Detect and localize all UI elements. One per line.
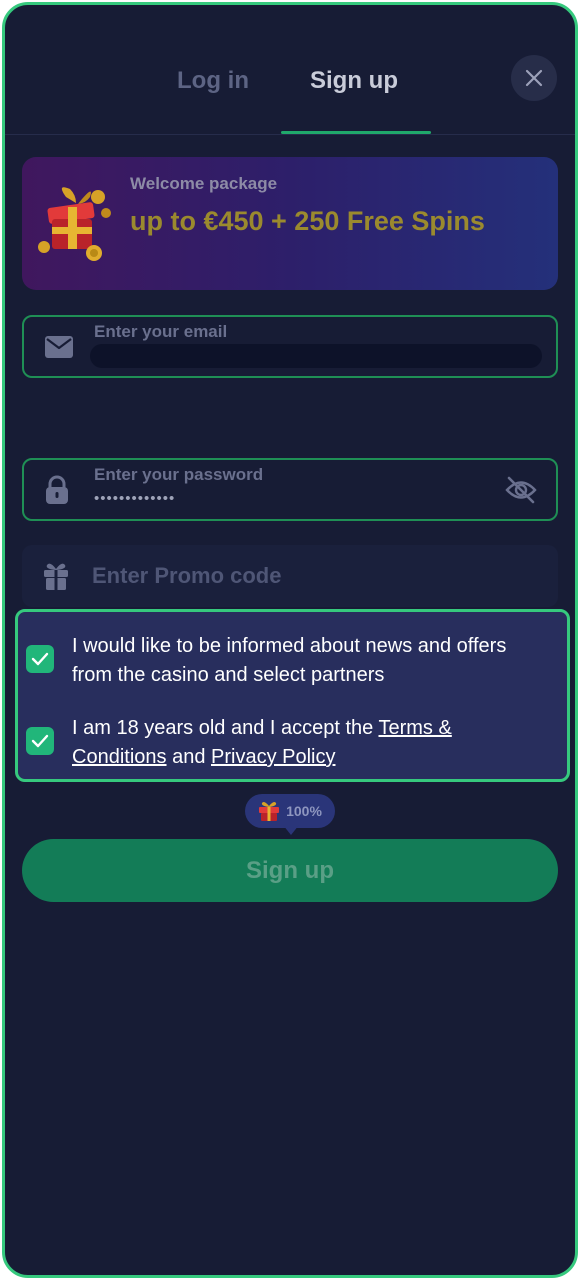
news-consent-text: I would like to be informed about news a…: [72, 635, 507, 686]
age-terms-checkbox[interactable]: [26, 727, 54, 755]
eye-off-icon[interactable]: [504, 475, 538, 505]
bonus-badge: 100%: [245, 794, 335, 828]
gift-box-coins-icon: [38, 187, 111, 261]
age-consent-prefix: I am 18 years old and I accept the: [72, 717, 379, 739]
bonus-badge-text: 100%: [286, 803, 322, 819]
signup-modal: Log in Sign up Welcome package up to €45…: [2, 2, 578, 1278]
privacy-policy-link[interactable]: Privacy Policy: [211, 746, 335, 768]
age-consent-middle: and: [166, 746, 211, 768]
check-icon: [31, 652, 49, 666]
welcome-banner: Welcome package up to €450 + 250 Free Sp…: [22, 157, 558, 290]
password-field[interactable]: Enter your password •••••••••••••: [22, 458, 558, 521]
promo-code-placeholder: Enter Promo code: [92, 563, 282, 588]
lock-icon: [44, 475, 70, 505]
news-checkbox[interactable]: [26, 645, 54, 673]
close-icon: [525, 69, 543, 87]
password-value: •••••••••••••: [94, 490, 176, 507]
active-tab-indicator: [281, 131, 431, 134]
envelope-icon: [44, 335, 74, 359]
gift-icon: [259, 802, 280, 821]
banner-title: up to €450 + 250 Free Spins: [130, 206, 485, 236]
email-value-redacted: [90, 344, 542, 368]
tab-log-in[interactable]: Log in: [177, 67, 249, 95]
bonus-badge-pointer: [283, 825, 299, 835]
consents-section: I would like to be informed about news a…: [15, 609, 570, 782]
sign-up-button[interactable]: Sign up: [22, 839, 558, 902]
check-icon: [31, 734, 49, 748]
tab-sign-up[interactable]: Sign up: [310, 67, 398, 95]
close-button[interactable]: [511, 55, 557, 101]
age-consent-text: I am 18 years old and I accept the Terms…: [72, 714, 542, 772]
gift-icon: [42, 561, 70, 591]
promo-code-field[interactable]: Enter Promo code: [22, 545, 558, 607]
password-label: Enter your password: [94, 465, 264, 484]
email-field[interactable]: Enter your email: [22, 315, 558, 378]
email-label: Enter your email: [94, 322, 228, 341]
auth-tabs: Log in Sign up: [5, 5, 575, 135]
banner-subtitle: Welcome package: [130, 174, 278, 193]
